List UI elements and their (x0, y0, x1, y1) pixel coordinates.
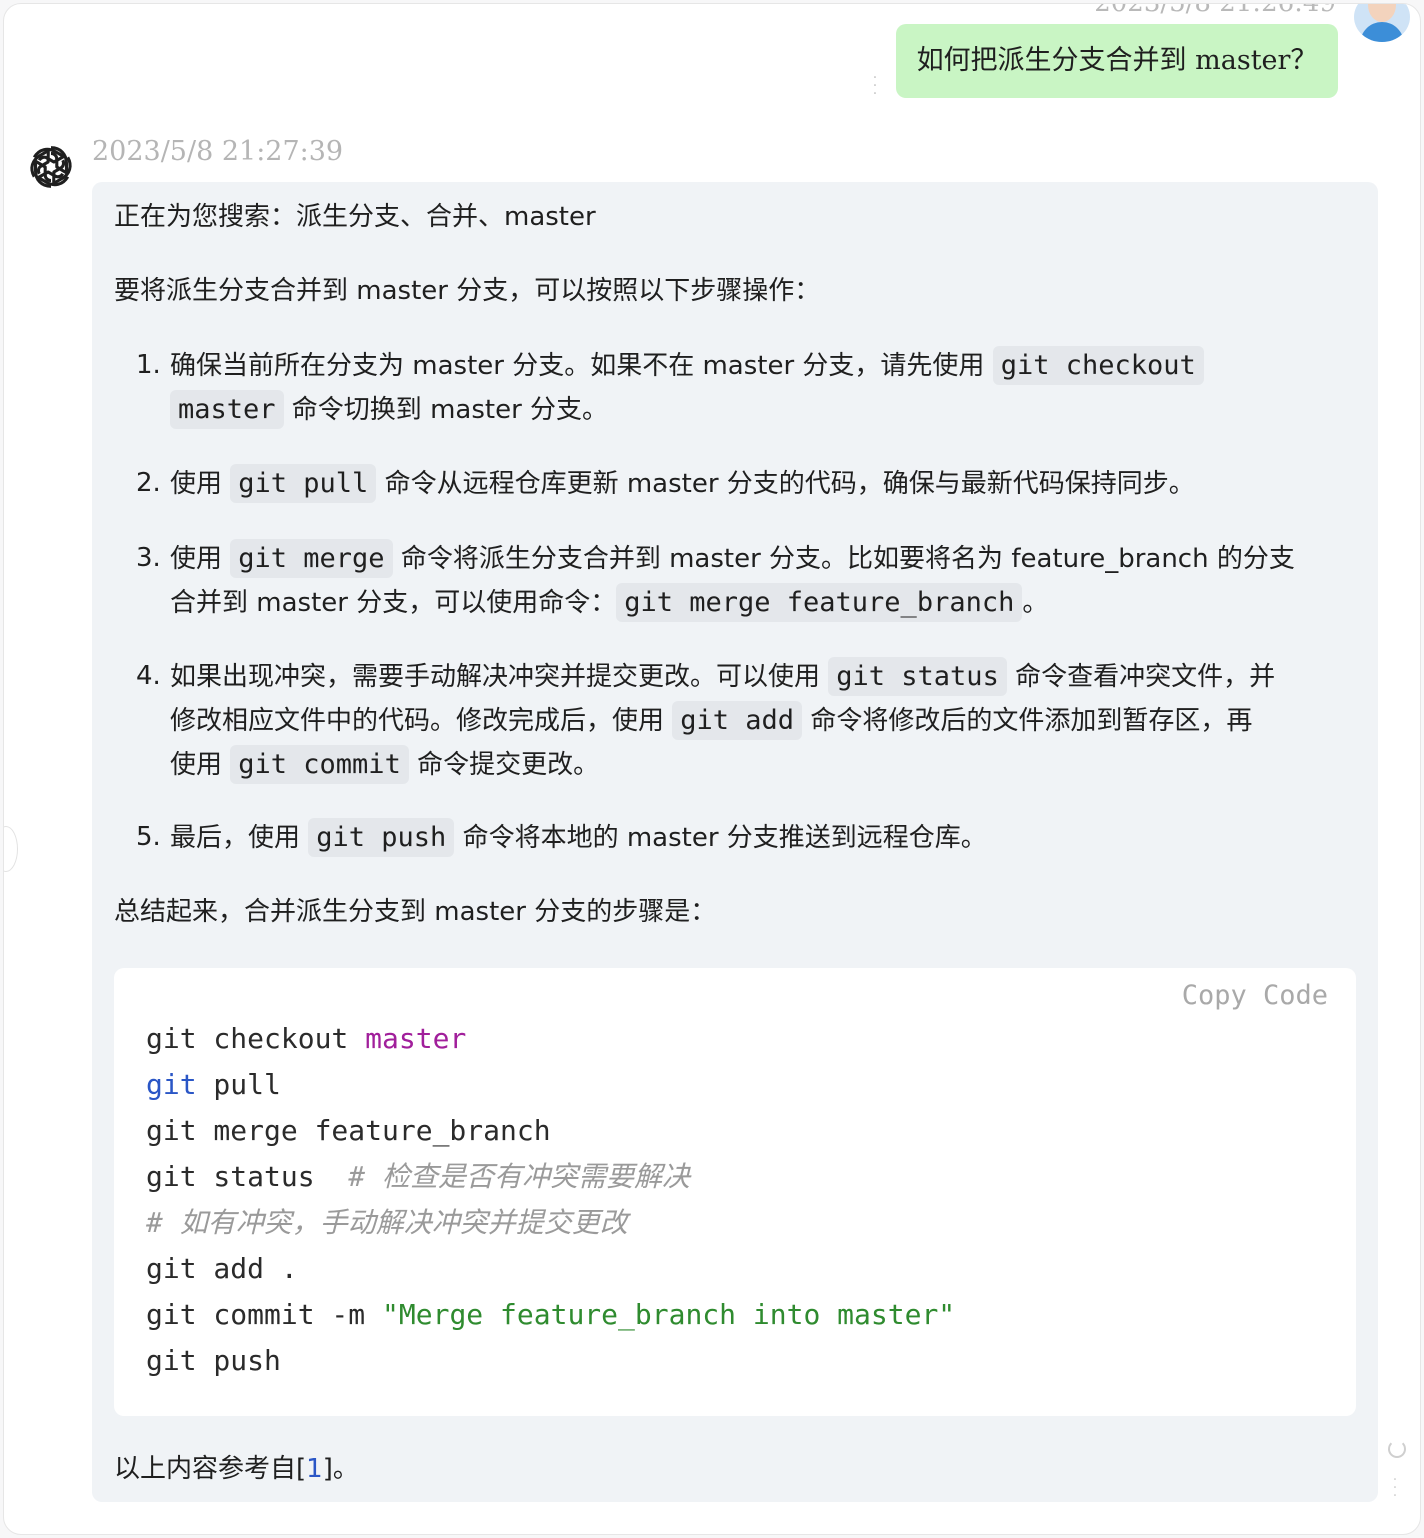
list-item: 4. 如果出现冲突，需要手动解决冲突并提交更改。可以使用 git status … (136, 655, 1356, 787)
inline-code: master (170, 390, 284, 429)
refresh-icon[interactable] (1388, 1440, 1406, 1458)
code-line: git push (146, 1344, 281, 1377)
avatar-face (1368, 4, 1396, 22)
inline-code: git checkout (992, 346, 1204, 385)
list-item: 5. 最后，使用 git push 命令将本地的 master 分支推送到远程仓… (136, 816, 1356, 860)
user-avatar-icon[interactable] (1354, 4, 1410, 42)
inline-code: git merge (230, 539, 393, 578)
reference-footer: 以上内容参考自[1]。 (114, 1454, 359, 1484)
vertical-dots-icon[interactable]: · · · (1390, 1473, 1400, 1503)
code-block: Copy Code git checkout master git pull git… (114, 968, 1356, 1416)
inline-code: git push (308, 818, 455, 857)
code-line: git pull (146, 1068, 281, 1101)
intro-text: 要将派生分支合并到 master 分支，可以按照以下步骤操作： (114, 276, 821, 306)
vertical-dots-icon[interactable]: · · · (870, 71, 880, 101)
list-item: 1. 确保当前所在分支为 master 分支。如果不在 master 分支，请先… (136, 344, 1356, 432)
code-line: git commit -m "Merge feature_branch into… (146, 1298, 956, 1331)
code-content: git checkout master git pull git merge fea… (146, 1016, 955, 1384)
chat-window: 2023/5/8 21:26:49 如何把派生分支合并到 master？ · · ·… (3, 3, 1421, 1535)
inline-code: git merge feature_branch (616, 583, 1023, 622)
search-status-text: 正在为您搜索：派生分支、合并、master (114, 202, 596, 232)
reference-link[interactable]: 1 (306, 1454, 323, 1484)
bot-message-bubble: 正在为您搜索：派生分支、合并、master 要将派生分支合并到 master 分… (92, 182, 1378, 1502)
sidebar-toggle-handle[interactable] (4, 826, 18, 872)
code-line: git status # 检查是否有冲突需要解决 (146, 1160, 691, 1193)
code-line: # 如有冲突，手动解决冲突并提交更改 (146, 1206, 628, 1239)
inline-code: git pull (230, 464, 377, 503)
avatar-shirt (1360, 22, 1404, 42)
user-message-bubble: 如何把派生分支合并到 master？ (896, 24, 1338, 98)
list-item: 3. 使用 git merge 命令将派生分支合并到 master 分支。比如要… (136, 537, 1356, 625)
code-line: git add . (146, 1252, 298, 1285)
summary-text: 总结起来，合并派生分支到 master 分支的步骤是： (114, 897, 717, 927)
code-line: git merge feature_branch (146, 1114, 551, 1147)
inline-code: git status (828, 657, 1007, 696)
user-message-time: 2023/5/8 21:26:49 (1094, 3, 1336, 18)
bot-message-time: 2023/5/8 21:27:39 (92, 136, 344, 167)
copy-code-button[interactable]: Copy Code (1182, 980, 1328, 1011)
code-line: git checkout master (146, 1022, 467, 1055)
inline-code: git commit (230, 745, 409, 784)
openai-logo-icon (30, 146, 72, 188)
list-item: 2. 使用 git pull 命令从远程仓库更新 master 分支的代码，确保… (136, 462, 1356, 506)
inline-code: git add (672, 701, 803, 740)
